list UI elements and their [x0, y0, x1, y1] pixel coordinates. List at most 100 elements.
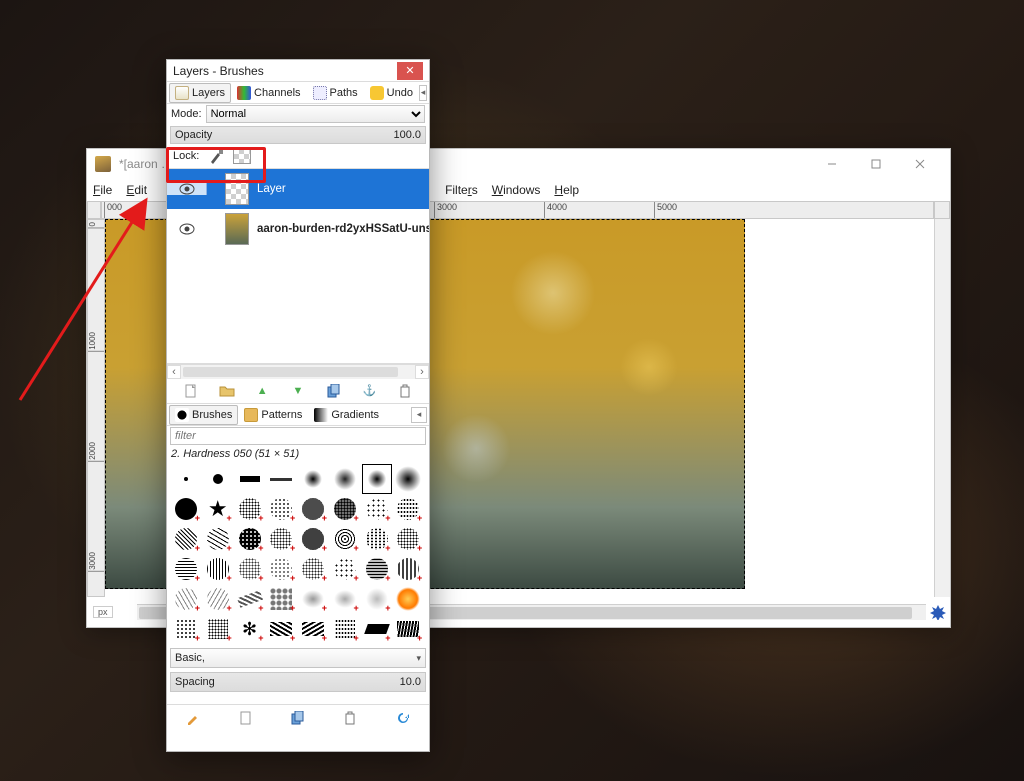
visibility-toggle[interactable]: [167, 223, 207, 235]
brush-item[interactable]: +: [171, 554, 201, 584]
anchor-layer-button[interactable]: ⚓: [360, 382, 378, 400]
brush-item[interactable]: +: [171, 584, 201, 614]
dock-menu-button[interactable]: ◂: [419, 85, 427, 101]
raise-layer-button[interactable]: ▲: [253, 382, 271, 400]
vertical-ruler[interactable]: 0 1000 2000 3000: [87, 219, 105, 597]
edit-brush-button[interactable]: [184, 709, 202, 727]
brush-item[interactable]: +: [203, 524, 233, 554]
brush-item[interactable]: +: [266, 584, 296, 614]
duplicate-brush-button[interactable]: [289, 709, 307, 727]
brush-item[interactable]: [235, 464, 265, 494]
brush-item[interactable]: +: [171, 494, 201, 524]
brush-item[interactable]: +: [171, 614, 201, 644]
layer-name[interactable]: aaron-burden-rd2yxHSSatU-unspla: [257, 223, 429, 235]
layer-name[interactable]: Layer: [257, 183, 429, 195]
menu-edit[interactable]: Edit: [126, 183, 147, 197]
brush-item[interactable]: +: [171, 524, 201, 554]
brush-item[interactable]: [330, 464, 360, 494]
brush-item[interactable]: +: [203, 554, 233, 584]
brush-item[interactable]: ✻+: [235, 614, 265, 644]
tab-brushes[interactable]: Brushes: [169, 405, 238, 425]
brush-item[interactable]: +: [235, 584, 265, 614]
brush-item[interactable]: +: [298, 584, 328, 614]
brush-item[interactable]: +: [362, 554, 392, 584]
brush-item[interactable]: +: [330, 554, 360, 584]
brush-item[interactable]: [393, 464, 423, 494]
new-group-button[interactable]: [218, 382, 236, 400]
new-layer-button[interactable]: [182, 382, 200, 400]
brush-item[interactable]: [171, 464, 201, 494]
brush-item[interactable]: +: [330, 494, 360, 524]
brush-item[interactable]: +: [362, 584, 392, 614]
brush-item[interactable]: [362, 464, 392, 494]
brush-item[interactable]: +: [330, 584, 360, 614]
brush-item[interactable]: +: [235, 554, 265, 584]
spacing-slider[interactable]: Spacing 10.0: [170, 672, 426, 692]
tab-paths[interactable]: Paths: [307, 83, 364, 103]
delete-layer-button[interactable]: [396, 382, 414, 400]
brush-item[interactable]: +: [203, 584, 233, 614]
ruler-corner[interactable]: [87, 201, 101, 219]
brush-item[interactable]: +: [362, 614, 392, 644]
delete-brush-button[interactable]: [341, 709, 359, 727]
brush-dock-menu-button[interactable]: ◂: [411, 407, 427, 423]
brush-item[interactable]: +: [266, 524, 296, 554]
opacity-slider[interactable]: Opacity 100.0: [170, 126, 426, 144]
scroll-left-button[interactable]: ‹: [167, 365, 181, 379]
brush-item[interactable]: +: [330, 614, 360, 644]
panel-close-button[interactable]: ✕: [397, 62, 423, 80]
brush-item[interactable]: [266, 464, 296, 494]
menu-filters[interactable]: Filters: [445, 183, 478, 197]
ruler-config-button[interactable]: [934, 201, 950, 219]
tab-undo[interactable]: Undo: [364, 83, 419, 103]
brush-item[interactable]: +: [235, 494, 265, 524]
new-brush-button[interactable]: [237, 709, 255, 727]
tab-layers[interactable]: Layers: [169, 83, 231, 103]
brush-item[interactable]: +: [362, 494, 392, 524]
brush-item[interactable]: +: [298, 614, 328, 644]
brush-item[interactable]: +: [393, 494, 423, 524]
units-label[interactable]: px: [93, 606, 113, 618]
menu-help[interactable]: Help: [554, 183, 579, 197]
layer-row[interactable]: aaron-burden-rd2yxHSSatU-unspla: [167, 209, 429, 249]
brush-preset-select[interactable]: Basic, ▾: [170, 648, 426, 668]
visibility-toggle[interactable]: [167, 183, 207, 195]
brush-item[interactable]: ★+: [203, 494, 233, 524]
brush-item[interactable]: +: [266, 494, 296, 524]
brush-item[interactable]: +: [266, 614, 296, 644]
brush-filter-input[interactable]: [170, 427, 426, 445]
brush-item[interactable]: +: [362, 524, 392, 554]
vertical-scrollbar[interactable]: [934, 219, 950, 597]
brush-item[interactable]: [203, 464, 233, 494]
brush-item[interactable]: [298, 464, 328, 494]
brush-item[interactable]: [393, 584, 423, 614]
menu-windows[interactable]: Windows: [492, 183, 541, 197]
lock-alpha-icon[interactable]: [233, 148, 251, 164]
tab-channels[interactable]: Channels: [231, 83, 306, 103]
duplicate-layer-button[interactable]: [325, 382, 343, 400]
scroll-right-button[interactable]: ›: [415, 365, 429, 379]
maximize-button[interactable]: [854, 149, 898, 179]
navigate-icon[interactable]: [930, 604, 946, 620]
menu-file[interactable]: File: [93, 183, 112, 197]
lower-layer-button[interactable]: ▼: [289, 382, 307, 400]
brush-item[interactable]: +: [298, 524, 328, 554]
lock-pixels-icon[interactable]: [207, 148, 225, 164]
brush-item[interactable]: +: [393, 554, 423, 584]
panel-titlebar[interactable]: Layers - Brushes ✕: [167, 60, 429, 82]
tab-patterns[interactable]: Patterns: [238, 405, 308, 425]
brush-item[interactable]: +: [266, 554, 296, 584]
brush-item[interactable]: +: [330, 524, 360, 554]
mode-select[interactable]: Normal: [206, 105, 425, 123]
refresh-brushes-button[interactable]: [394, 709, 412, 727]
brush-item[interactable]: +: [393, 524, 423, 554]
close-button[interactable]: [898, 149, 942, 179]
minimize-button[interactable]: [810, 149, 854, 179]
brush-item[interactable]: +: [203, 614, 233, 644]
brush-item[interactable]: +: [298, 494, 328, 524]
brush-item[interactable]: +: [298, 554, 328, 584]
layer-list-scrollbar[interactable]: ‹ ›: [167, 364, 429, 378]
layer-row[interactable]: Layer: [167, 169, 429, 209]
brush-item[interactable]: +: [393, 614, 423, 644]
brush-item[interactable]: +: [235, 524, 265, 554]
